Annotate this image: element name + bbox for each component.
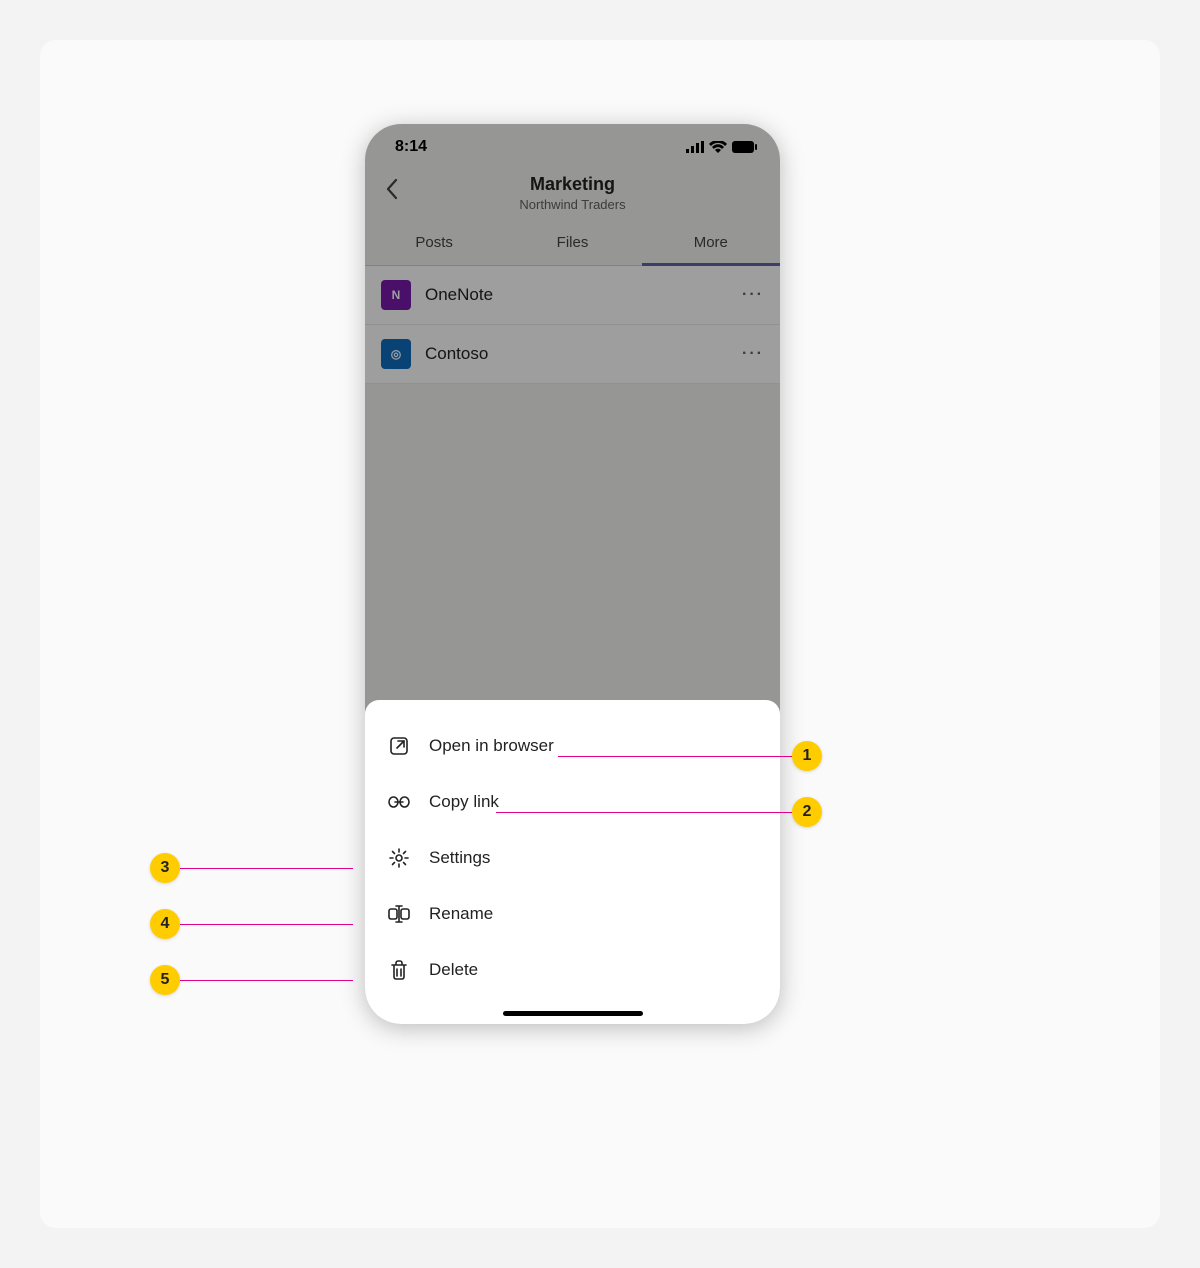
sheet-item-open-in-browser[interactable]: Open in browser [365,718,780,774]
callout-marker: 1 [792,741,822,771]
sheet-item-label: Copy link [429,792,499,812]
open-in-browser-icon [387,734,411,758]
leader-line [180,868,353,869]
sheet-item-copy-link[interactable]: Copy link [365,774,780,830]
leader-line [496,812,792,813]
action-sheet: Open in browser Copy link Settings Renam… [365,700,780,1024]
sheet-item-label: Rename [429,904,493,924]
sheet-item-settings[interactable]: Settings [365,830,780,886]
gear-icon [387,846,411,870]
trash-icon [387,958,411,982]
sheet-item-label: Open in browser [429,736,554,756]
sheet-item-label: Settings [429,848,490,868]
home-indicator[interactable] [503,1011,643,1016]
callout-marker: 3 [150,853,180,883]
leader-line [180,924,353,925]
sheet-item-delete[interactable]: Delete [365,942,780,998]
link-icon [387,790,411,814]
leader-line [180,980,353,981]
leader-line [558,756,792,757]
sheet-item-label: Delete [429,960,478,980]
callout-marker: 2 [792,797,822,827]
rename-icon [387,902,411,926]
phone-frame: 8:14 Marketing Northwind Traders Pos [365,124,780,1024]
callout-marker: 5 [150,965,180,995]
callout-marker: 4 [150,909,180,939]
documentation-canvas: 8:14 Marketing Northwind Traders Pos [40,40,1160,1228]
sheet-item-rename[interactable]: Rename [365,886,780,942]
